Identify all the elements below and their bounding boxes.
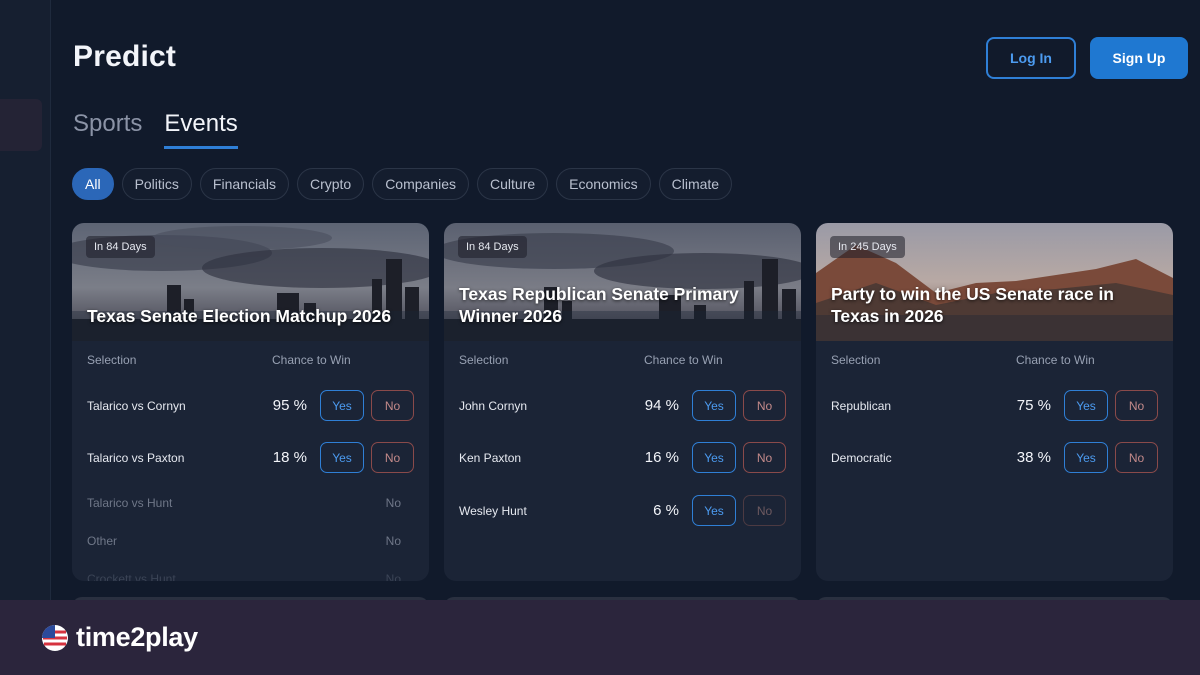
login-button[interactable]: Log In bbox=[986, 37, 1076, 79]
outcome-chance: 75 % bbox=[1016, 397, 1051, 414]
filter-chip-financials[interactable]: Financials bbox=[199, 168, 289, 200]
no-button[interactable]: No bbox=[371, 390, 414, 421]
auth-buttons: Log In Sign Up bbox=[986, 37, 1188, 79]
filter-chips: All Politics Financials Crypto Companies… bbox=[72, 168, 733, 200]
yes-button[interactable]: Yes bbox=[692, 442, 736, 473]
outcome-row-inactive: Talarico vs Hunt No bbox=[72, 487, 429, 519]
side-rail bbox=[0, 0, 51, 600]
signup-button[interactable]: Sign Up bbox=[1090, 37, 1188, 79]
tab-events[interactable]: Events bbox=[164, 110, 238, 149]
outcome-chance: 38 % bbox=[1016, 449, 1051, 466]
yes-button[interactable]: Yes bbox=[692, 495, 736, 526]
brand-logo: time2play bbox=[76, 622, 198, 652]
no-button[interactable]: No bbox=[743, 495, 786, 526]
market-card-header: In 245 Days Party to win the US Senate r… bbox=[816, 223, 1173, 341]
filter-chip-economics[interactable]: Economics bbox=[556, 168, 651, 200]
outcome-name: Talarico vs Hunt bbox=[87, 496, 173, 510]
no-button[interactable]: No bbox=[1115, 390, 1158, 421]
outcome-name: Talarico vs Cornyn bbox=[87, 399, 186, 413]
outcome-row: Talarico vs Paxton 18 % Yes No bbox=[72, 442, 429, 474]
no-button[interactable]: No bbox=[371, 442, 414, 473]
market-card[interactable]: In 84 Days Texas Republican Senate Prima… bbox=[444, 223, 801, 581]
outcome-name: Talarico vs Paxton bbox=[87, 451, 185, 465]
market-card[interactable]: In 245 Days Party to win the US Senate r… bbox=[816, 223, 1173, 581]
outcome-row: Ken Paxton 16 % Yes No bbox=[444, 442, 801, 474]
days-badge: In 84 Days bbox=[86, 236, 155, 258]
no-button[interactable]: No bbox=[1115, 442, 1158, 473]
outcome-row-inactive: Crockett vs Hunt No bbox=[72, 563, 429, 581]
market-title[interactable]: Party to win the US Senate race in Texas… bbox=[831, 283, 1158, 327]
page-title: Predict bbox=[73, 40, 177, 73]
chance-column-header: Chance to Win bbox=[1016, 353, 1095, 367]
market-title[interactable]: Texas Senate Election Matchup 2026 bbox=[87, 305, 414, 327]
outcome-status: No bbox=[385, 496, 401, 510]
filter-chip-crypto[interactable]: Crypto bbox=[296, 168, 365, 200]
outcome-row: Republican 75 % Yes No bbox=[816, 390, 1173, 422]
outcome-row: Democratic 38 % Yes No bbox=[816, 442, 1173, 474]
yes-button[interactable]: Yes bbox=[1064, 390, 1108, 421]
filter-chip-culture[interactable]: Culture bbox=[477, 168, 549, 200]
outcome-chance: 6 % bbox=[653, 502, 679, 519]
market-card[interactable]: In 84 Days Texas Senate Election Matchup… bbox=[72, 223, 429, 581]
outcome-name: Republican bbox=[831, 399, 892, 413]
footer-bar: time2play bbox=[0, 600, 1200, 675]
filter-chip-all[interactable]: All bbox=[72, 168, 114, 200]
outcome-row: Talarico vs Cornyn 95 % Yes No bbox=[72, 390, 429, 422]
chance-column-header: Chance to Win bbox=[272, 353, 351, 367]
outcome-chance: 95 % bbox=[272, 397, 307, 414]
chance-column-header: Chance to Win bbox=[644, 353, 723, 367]
yes-button[interactable]: Yes bbox=[692, 390, 736, 421]
yes-button[interactable]: Yes bbox=[320, 442, 364, 473]
selection-column-header: Selection bbox=[831, 353, 881, 367]
days-badge: In 245 Days bbox=[830, 236, 905, 258]
outcome-name: Democratic bbox=[831, 451, 892, 465]
outcome-name: Crockett vs Hunt bbox=[87, 572, 176, 581]
market-title[interactable]: Texas Republican Senate Primary Winner 2… bbox=[459, 283, 786, 327]
outcome-row-inactive: Other No bbox=[72, 525, 429, 557]
outcome-row: John Cornyn 94 % Yes No bbox=[444, 390, 801, 422]
yes-button[interactable]: Yes bbox=[320, 390, 364, 421]
filter-chip-climate[interactable]: Climate bbox=[658, 168, 733, 200]
outcome-name: Other bbox=[87, 534, 118, 548]
outcome-name: Ken Paxton bbox=[459, 451, 522, 465]
market-card-header: In 84 Days Texas Republican Senate Prima… bbox=[444, 223, 801, 341]
selection-column-header: Selection bbox=[459, 353, 509, 367]
category-tabs: Sports Events bbox=[73, 110, 238, 149]
market-card-header: In 84 Days Texas Senate Election Matchup… bbox=[72, 223, 429, 341]
outcome-name: John Cornyn bbox=[459, 399, 528, 413]
side-rail-item[interactable] bbox=[0, 99, 42, 151]
no-button[interactable]: No bbox=[743, 390, 786, 421]
yes-button[interactable]: Yes bbox=[1064, 442, 1108, 473]
selection-column-header: Selection bbox=[87, 353, 137, 367]
outcome-status: No bbox=[385, 534, 401, 548]
tab-sports[interactable]: Sports bbox=[73, 110, 142, 149]
outcome-chance: 16 % bbox=[644, 449, 679, 466]
no-button[interactable]: No bbox=[743, 442, 786, 473]
filter-chip-companies[interactable]: Companies bbox=[372, 168, 470, 200]
outcome-name: Wesley Hunt bbox=[459, 504, 527, 518]
days-badge: In 84 Days bbox=[458, 236, 527, 258]
flag-ball-icon bbox=[42, 624, 68, 651]
outcome-chance: 94 % bbox=[644, 397, 679, 414]
filter-chip-politics[interactable]: Politics bbox=[121, 168, 192, 200]
outcome-status: No bbox=[385, 572, 401, 581]
outcome-chance: 18 % bbox=[272, 449, 307, 466]
outcome-row: Wesley Hunt 6 % Yes No bbox=[444, 495, 801, 527]
